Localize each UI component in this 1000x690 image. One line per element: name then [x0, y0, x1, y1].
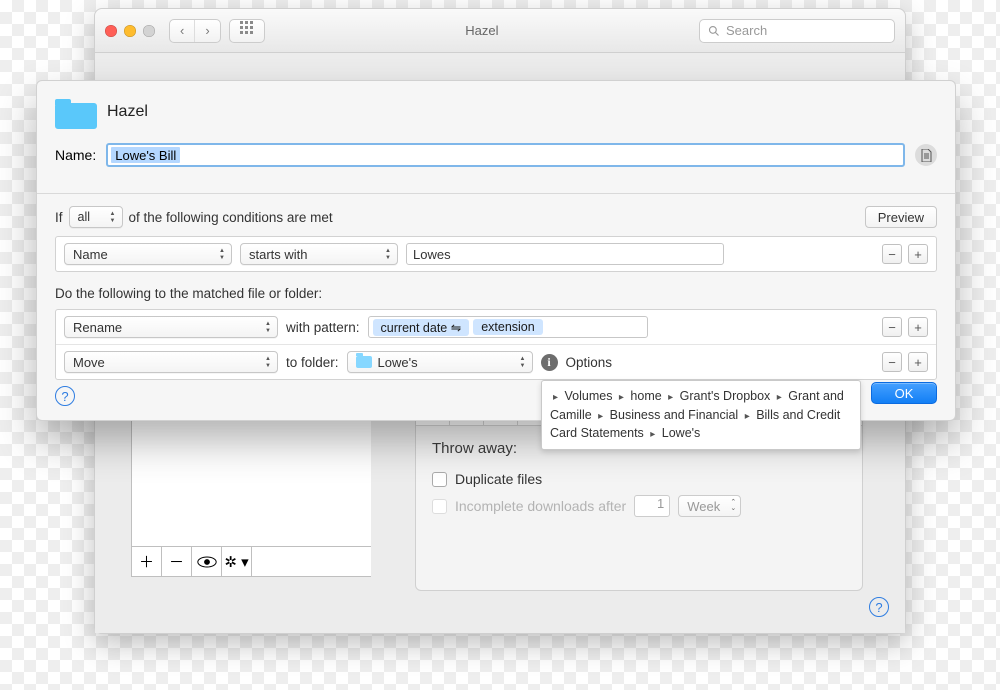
condition-row: Name starts with Lowes − + [56, 237, 936, 271]
remove-condition-button[interactable]: − [882, 244, 902, 264]
folder-header: Hazel [55, 95, 937, 129]
grid-button[interactable] [229, 19, 265, 43]
incomplete-unit-popup[interactable]: Week [678, 495, 741, 517]
action-row-rename: Rename with pattern: current date ⇋ exte… [56, 310, 936, 344]
close-window-button[interactable] [105, 25, 117, 37]
incomplete-value-field[interactable]: 1 [634, 495, 670, 517]
add-condition-button[interactable]: + [908, 244, 928, 264]
document-icon [921, 149, 932, 162]
sheet-help-button[interactable]: ? [55, 386, 75, 406]
rule-name-input[interactable]: Lowe's Bill [106, 143, 905, 167]
conditions-table: Name starts with Lowes − + [55, 236, 937, 272]
incomplete-downloads-checkbox[interactable] [432, 499, 447, 514]
add-rule-button[interactable]: ＋ [132, 547, 162, 576]
gear-menu-button[interactable]: ✲ ▾ [222, 547, 252, 576]
traffic-lights [105, 25, 155, 37]
info-button[interactable]: i [541, 354, 558, 371]
add-action-button[interactable]: + [908, 352, 928, 372]
preview-button[interactable]: Preview [865, 206, 937, 228]
duplicate-files-label: Duplicate files [455, 471, 542, 487]
eye-icon [197, 556, 217, 568]
window-title: Hazel [273, 23, 691, 38]
if-mode-popup[interactable]: all [69, 206, 123, 228]
rule-name-value: Lowe's Bill [111, 147, 180, 163]
condition-value-field[interactable]: Lowes [406, 243, 724, 265]
rule-name-row: Name: Lowe's Bill [55, 143, 937, 167]
action-verb-popup[interactable]: Rename [64, 316, 278, 338]
condition-attribute-popup[interactable]: Name [64, 243, 232, 265]
sheet-footer: ? ▸ Volumes ▸ home ▸ Grant's Dropbox ▸ G… [37, 380, 955, 406]
options-label[interactable]: Options [566, 355, 613, 370]
preview-toggle-button[interactable] [192, 547, 222, 576]
titlebar: ‹ › Hazel Search [95, 9, 905, 53]
incomplete-downloads-row: Incomplete downloads after 1 Week [432, 495, 846, 517]
search-placeholder: Search [726, 23, 767, 38]
name-label: Name: [55, 147, 96, 163]
add-action-button[interactable]: + [908, 317, 928, 337]
remove-action-button[interactable]: − [882, 352, 902, 372]
disabled-window-button [143, 25, 155, 37]
duplicate-files-row[interactable]: Duplicate files [432, 471, 846, 487]
help-button[interactable]: ? [869, 597, 889, 617]
nav-back-forward[interactable]: ‹ › [169, 19, 221, 43]
folder-path-tooltip: ▸ Volumes ▸ home ▸ Grant's Dropbox ▸ Gra… [541, 380, 861, 450]
minimize-window-button[interactable] [124, 25, 136, 37]
duplicate-files-checkbox[interactable] [432, 472, 447, 487]
nav-back-button[interactable]: ‹ [170, 20, 194, 42]
actions-table: Rename with pattern: current date ⇋ exte… [55, 309, 937, 380]
notes-button[interactable] [915, 144, 937, 166]
grid-icon [230, 20, 264, 42]
token-current-date[interactable]: current date ⇋ [373, 319, 470, 336]
actions-header: Do the following to the matched file or … [55, 286, 937, 301]
conditions-header-row: If all of the following conditions are m… [55, 206, 937, 228]
rules-list-toolbar: ＋ － ✲ ▾ [132, 546, 371, 576]
action-row-move: Move to folder: Lowe's i Options − + [56, 344, 936, 379]
destination-folder-popup[interactable]: Lowe's [347, 351, 533, 373]
pattern-token-field[interactable]: current date ⇋ extension [368, 316, 648, 338]
rule-editor-sheet: Hazel Name: Lowe's Bill If all of the fo… [36, 80, 956, 421]
token-extension[interactable]: extension [473, 319, 543, 335]
if-prefix: If [55, 210, 63, 225]
folder-icon [356, 356, 372, 368]
pattern-label: with pattern: [286, 320, 360, 335]
remove-rule-button[interactable]: － [162, 547, 192, 576]
nav-forward-button[interactable]: › [194, 20, 219, 42]
search-icon [708, 25, 720, 37]
ok-button[interactable]: OK [871, 382, 937, 404]
folder-name: Hazel [107, 103, 148, 121]
folder-icon [55, 95, 97, 129]
if-suffix: of the following conditions are met [129, 210, 333, 225]
condition-operator-popup[interactable]: starts with [240, 243, 398, 265]
action-verb-popup[interactable]: Move [64, 351, 278, 373]
incomplete-downloads-label: Incomplete downloads after [455, 498, 626, 514]
remove-action-button[interactable]: − [882, 317, 902, 337]
search-input[interactable]: Search [699, 19, 895, 43]
folder-label: to folder: [286, 355, 339, 370]
